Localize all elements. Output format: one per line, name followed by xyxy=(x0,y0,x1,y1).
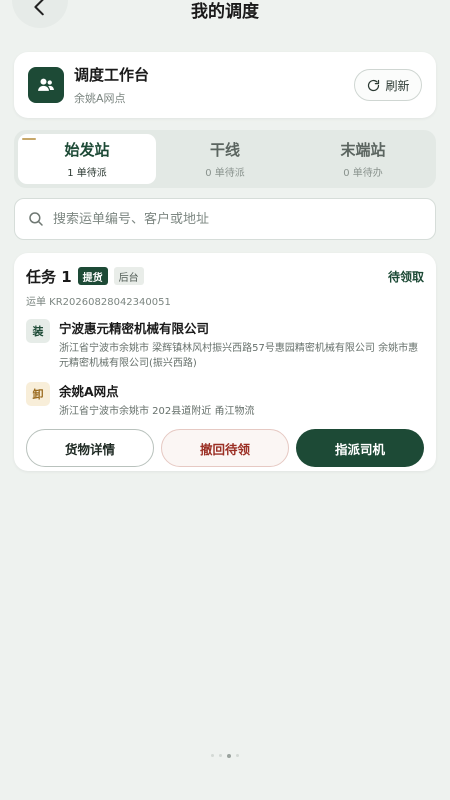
load-company: 宁波惠元精密机械有限公司 xyxy=(59,321,210,336)
tab-label: 干线 xyxy=(209,141,240,159)
station-tabs: 始发站 1 单待派 干线 0 单待派 末端站 0 单待办 xyxy=(14,130,436,188)
pickup-tag: 提货 xyxy=(77,267,108,285)
station-name: 余姚A网点 xyxy=(74,92,126,105)
load-stop: 装 宁波惠元精密机械有限公司 浙江省宁波市余姚市 梁辉镇林风村振兴西路57号惠园… xyxy=(26,318,424,371)
workbench-card: 调度工作台 余姚A网点 刷新 xyxy=(14,52,436,118)
page-title: 我的调度 xyxy=(191,2,259,22)
load-badge: 装 xyxy=(26,319,50,343)
tab-label: 末端站 xyxy=(340,141,386,159)
tab-label: 始发站 xyxy=(64,141,110,159)
unload-address: 浙江省宁波市余姚市 202县道附近 甬江物流 xyxy=(59,406,255,417)
search-icon xyxy=(29,212,43,226)
refresh-button[interactable]: 刷新 xyxy=(354,69,422,101)
withdraw-button[interactable]: 撤回待领 xyxy=(161,429,289,467)
page-dot xyxy=(236,754,239,757)
chevron-left-icon xyxy=(34,0,44,16)
search-input[interactable] xyxy=(53,211,413,227)
load-address: 浙江省宁波市余姚市 梁辉镇林风村振兴西路57号惠园精密机械有限公司 余姚市惠元精… xyxy=(59,343,419,369)
tab-count: 0 单待派 xyxy=(205,168,245,179)
task-card[interactable]: 任务 1 提货 后台 待领取 运单 KR20260828042340051 装 … xyxy=(14,253,436,471)
users-icon xyxy=(28,67,64,103)
tab-trunk-line[interactable]: 干线 0 单待派 xyxy=(156,134,294,184)
page-dot-active xyxy=(227,753,231,758)
status-badge: 待领取 xyxy=(387,269,424,284)
refresh-label: 刷新 xyxy=(385,78,410,93)
tab-count: 1 单待派 xyxy=(67,168,107,179)
assign-driver-button[interactable]: 指派司机 xyxy=(296,429,424,467)
search-bar xyxy=(14,198,436,240)
cargo-details-button[interactable]: 货物详情 xyxy=(26,429,154,467)
workbench-title: 调度工作台 xyxy=(74,66,150,84)
page-indicator xyxy=(0,753,450,758)
top-bar: 我的调度 xyxy=(0,0,450,36)
tab-terminal-station[interactable]: 末端站 0 单待办 xyxy=(294,134,432,184)
page-dot xyxy=(211,754,214,757)
tab-count: 0 单待办 xyxy=(343,168,383,179)
page-dot xyxy=(219,754,222,757)
unload-stop: 卸 余姚A网点 浙江省宁波市余姚市 202县道附近 甬江物流 xyxy=(26,381,424,419)
tab-active-marker xyxy=(22,138,36,140)
source-tag: 后台 xyxy=(113,267,144,285)
back-button[interactable] xyxy=(12,0,68,28)
waybill-number: 运单 KR20260828042340051 xyxy=(26,297,171,308)
refresh-icon xyxy=(368,79,380,91)
unload-badge: 卸 xyxy=(26,382,50,406)
unload-station: 余姚A网点 xyxy=(59,384,119,399)
task-title: 任务 1 xyxy=(26,267,72,286)
tab-origin-station[interactable]: 始发站 1 单待派 xyxy=(18,134,156,184)
